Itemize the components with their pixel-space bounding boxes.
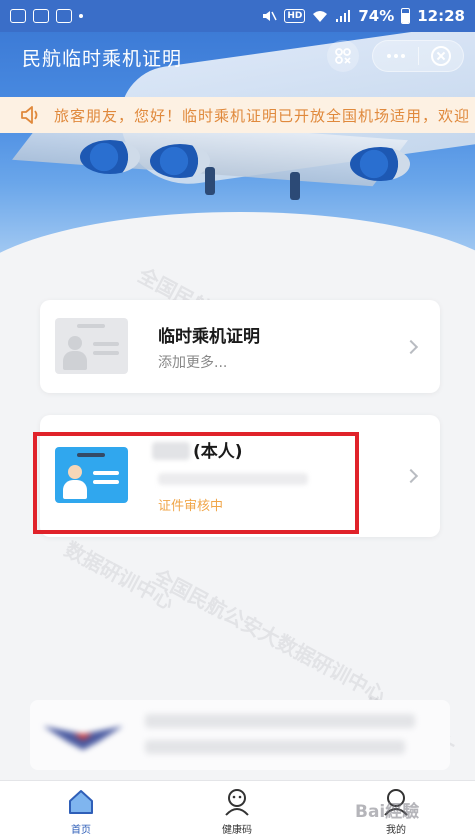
battery-fill	[402, 12, 410, 23]
hd-badge: HD	[284, 9, 306, 23]
status-bar: HD 74% 12:28	[0, 0, 475, 32]
notification-dot-icon	[79, 14, 83, 18]
baidu-watermark: Bai經驗	[355, 802, 420, 822]
add-certificate-card[interactable]: 临时乘机证明 添加更多...	[40, 300, 440, 393]
image-notification-icon	[56, 9, 72, 23]
person-icon	[63, 336, 87, 370]
more-button[interactable]	[373, 41, 418, 71]
blurred-banner[interactable]	[30, 700, 450, 770]
engine-icon	[350, 147, 410, 181]
battery-icon	[401, 8, 411, 24]
id-card-placeholder-icon	[55, 318, 128, 374]
hero-banner: 民航临时乘机证明 旅客朋友，您好！临时乘机证明已开放全国机场适用，欢迎	[0, 32, 475, 264]
card-title: 临时乘机证明	[158, 327, 260, 347]
watermark-text: 全国民航公安大数据研训中心	[148, 564, 390, 708]
scan-qr-icon	[335, 48, 351, 64]
scan-button[interactable]	[327, 40, 359, 72]
tab-health-code-label: 健康码	[222, 825, 252, 836]
battery-percent: 74%	[358, 7, 395, 25]
tab-profile-label: 我的	[386, 825, 406, 836]
signal-icon	[336, 10, 351, 22]
mute-icon	[263, 11, 277, 21]
health-code-icon	[225, 789, 249, 816]
landing-gear	[205, 167, 215, 195]
close-button[interactable]	[419, 41, 463, 71]
wifi-icon	[313, 11, 328, 22]
speaker-icon	[21, 106, 38, 124]
notice-bar[interactable]: 旅客朋友，您好！临时乘机证明已开放全国机场适用，欢迎	[0, 97, 475, 133]
more-dots-icon	[386, 54, 391, 58]
card-subtitle: 添加更多...	[158, 355, 228, 371]
engine-icon	[150, 144, 210, 178]
tab-home-label: 首页	[71, 825, 91, 836]
folder-notification-icon	[33, 9, 49, 23]
chevron-right-icon	[403, 468, 419, 484]
notice-text: 旅客朋友，您好！临时乘机证明已开放全国机场适用，欢迎	[54, 106, 471, 125]
annotation-highlight-box	[33, 432, 359, 534]
mini-program-capsule	[372, 40, 464, 72]
tab-home[interactable]: 首页	[36, 787, 126, 839]
hero-curve	[0, 212, 475, 264]
airline-logo-icon	[43, 726, 123, 750]
status-right-icons: HD 74% 12:28	[261, 7, 465, 25]
landing-gear	[290, 172, 300, 200]
tab-health-code[interactable]: 健康码	[192, 787, 282, 839]
watermark-text: 数据研训中心	[60, 537, 178, 615]
home-icon	[69, 790, 93, 814]
engine-icon	[80, 140, 140, 174]
close-circle-icon	[430, 46, 451, 66]
clock: 12:28	[417, 7, 465, 25]
app-title: 民航临时乘机证明	[22, 48, 183, 70]
app-notification-icon	[10, 9, 26, 23]
status-left-icons	[10, 9, 83, 23]
chevron-right-icon	[403, 339, 419, 355]
